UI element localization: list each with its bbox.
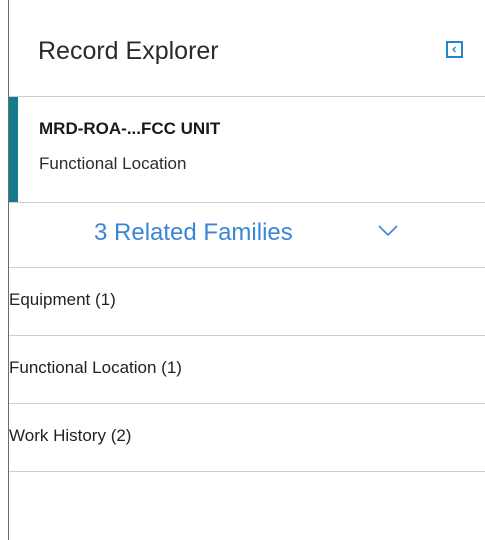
- family-item-equipment[interactable]: Equipment (1): [9, 268, 485, 335]
- family-item-functional-location[interactable]: Functional Location (1): [9, 336, 485, 403]
- collapse-panel-button[interactable]: [446, 41, 463, 58]
- list-divider: [9, 471, 485, 472]
- family-item-label: Equipment (1): [9, 290, 116, 309]
- current-record-card[interactable]: MRD-ROA-...FCC UNIT Functional Location: [9, 97, 485, 202]
- family-item-label: Functional Location (1): [9, 358, 182, 377]
- related-families-toggle[interactable]: 3 Related Families: [9, 203, 485, 267]
- related-families-label: 3 Related Families: [94, 219, 293, 246]
- panel-header: Record Explorer: [9, 0, 485, 96]
- family-item-work-history[interactable]: Work History (2): [9, 404, 485, 471]
- chevron-down-icon: [378, 225, 398, 237]
- record-accent-bar: [9, 97, 18, 202]
- record-explorer-panel: Record Explorer MRD-ROA-...FCC UNIT Func…: [0, 0, 485, 540]
- record-type: Functional Location: [39, 154, 187, 173]
- panel-title: Record Explorer: [38, 37, 219, 65]
- chevron-left-icon: [452, 46, 456, 53]
- record-name: MRD-ROA-...FCC UNIT: [39, 119, 221, 138]
- family-item-label: Work History (2): [9, 426, 132, 445]
